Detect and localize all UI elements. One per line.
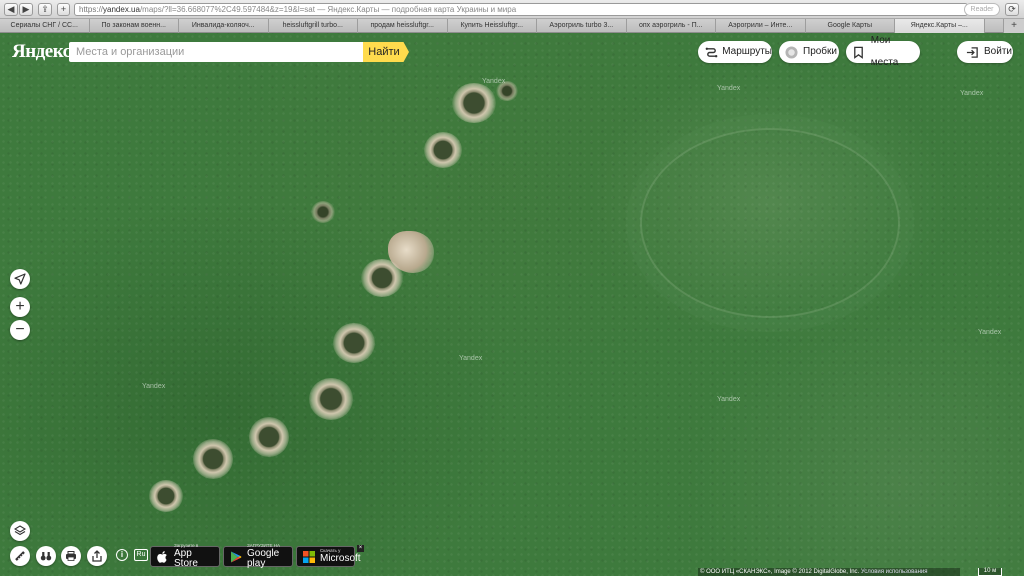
tab-8[interactable]: опх аэрогриль - П... xyxy=(627,19,716,33)
my-places-button[interactable]: Мои места xyxy=(846,35,920,68)
yandex-logo[interactable]: Яндекс xyxy=(12,41,71,63)
map-watermark: Yandex xyxy=(717,85,741,92)
url-scheme: https xyxy=(79,5,97,14)
print-button[interactable] xyxy=(61,546,81,566)
traffic-button[interactable]: Пробки xyxy=(779,41,839,63)
field-ring-marking xyxy=(640,128,900,318)
url-separator: :// xyxy=(96,5,104,14)
map-watermark: Yandex xyxy=(960,90,984,97)
satellite-map[interactable]: Yandex Yandex Yandex Yandex Yandex Yande… xyxy=(0,33,1024,576)
tab-2[interactable]: По законам военн... xyxy=(90,19,179,33)
google-play-big: Google play xyxy=(247,547,280,569)
refresh-icon[interactable]: ⟳ xyxy=(1005,3,1019,16)
address-bar[interactable]: https://yandex.ua/maps/?ll=36.668077%2C4… xyxy=(74,3,968,16)
reader-button[interactable]: Reader xyxy=(964,3,1000,16)
crater xyxy=(424,132,462,168)
traffic-light-icon xyxy=(783,45,799,59)
add-bookmark-button[interactable]: + xyxy=(57,3,70,16)
windows-icon xyxy=(302,550,316,564)
crater xyxy=(311,201,335,223)
panorama-button[interactable] xyxy=(36,546,56,566)
url-title: — Яндекс.Карты — подробная карта Украины… xyxy=(314,5,517,14)
crater xyxy=(333,323,375,363)
app-store-badge[interactable]: Загрузите в App Store xyxy=(150,544,220,569)
search-button[interactable]: Найти xyxy=(363,42,409,62)
app-store-big: App Store xyxy=(174,547,198,569)
map-watermark: Yandex xyxy=(717,396,741,403)
browser-toolbar: ◀ ▶ ⇪ + https://yandex.ua/maps/?ll=36.66… xyxy=(0,0,1024,19)
share-icon xyxy=(91,550,103,562)
zoom-out-button[interactable]: − xyxy=(10,320,30,340)
map-watermark: Yandex xyxy=(459,355,483,362)
tab-9[interactable]: Аэрогрили – Инте... xyxy=(716,19,806,33)
info-icon[interactable]: i xyxy=(116,549,128,561)
routes-label: Маршруты xyxy=(722,46,772,57)
crater xyxy=(309,378,353,420)
forward-button[interactable]: ▶ xyxy=(19,3,33,16)
tab-3[interactable]: Инвалида-коляоч... xyxy=(179,19,269,33)
close-badges-button[interactable]: × xyxy=(357,545,364,552)
login-icon xyxy=(964,45,980,59)
microsoft-store-badge[interactable]: Скачать у Microsoft xyxy=(296,546,361,567)
copyright-label: © ООО ИТЦ «СКАНЭКС», Image © 2012 Digita… xyxy=(700,569,860,575)
copyright-text: © ООО ИТЦ «СКАНЭКС», Image © 2012 Digita… xyxy=(698,568,960,576)
ruler-icon xyxy=(14,550,26,562)
url-domain: yandex.ua xyxy=(103,5,140,14)
google-play-badge[interactable]: ЗАГРУЗИТЕ НА Google play xyxy=(223,544,293,569)
routes-icon xyxy=(705,45,718,59)
scale-bar: 10 м xyxy=(978,568,1002,576)
layers-button[interactable] xyxy=(10,521,30,541)
bookmark-icon xyxy=(851,45,867,59)
google-play-icon xyxy=(229,550,243,564)
terms-link[interactable]: Условия использования xyxy=(861,569,928,575)
crater xyxy=(193,439,233,479)
routes-button[interactable]: Маршруты xyxy=(698,41,772,63)
tab-7[interactable]: Аэрогриль turbo 3... xyxy=(537,19,627,33)
microsoft-big: Microsoft xyxy=(320,552,361,564)
map-watermark: Yandex xyxy=(978,329,1002,336)
traffic-label: Пробки xyxy=(803,46,837,57)
printer-icon xyxy=(65,550,77,562)
tab-4[interactable]: heissluftgrill turbo... xyxy=(269,19,358,33)
crater xyxy=(249,417,289,457)
back-button[interactable]: ◀ xyxy=(4,3,18,16)
ruler-button[interactable] xyxy=(10,546,30,566)
geolocation-button[interactable] xyxy=(10,269,30,289)
crater xyxy=(361,259,403,297)
map-watermark: Yandex xyxy=(142,383,166,390)
tab-6[interactable]: Купить Heissluftgr... xyxy=(448,19,537,33)
language-switch[interactable]: Ru xyxy=(134,549,148,561)
layers-icon xyxy=(14,525,26,537)
my-places-label: Мои места xyxy=(870,35,899,68)
share-map-button[interactable] xyxy=(87,546,107,566)
location-arrow-icon xyxy=(14,273,26,285)
binoculars-icon xyxy=(40,550,52,562)
new-tab-button[interactable]: + xyxy=(1003,19,1024,33)
share-button[interactable]: ⇪ xyxy=(38,3,52,16)
login-label: Войти xyxy=(984,46,1012,57)
zoom-in-button[interactable]: + xyxy=(10,297,30,317)
crater xyxy=(149,480,183,512)
tab-5[interactable]: продам heissluftgr... xyxy=(358,19,448,33)
map-watermark: Yandex xyxy=(482,78,506,85)
url-path: /maps/?ll=36.668077%2C49.597484&z=19&l=s… xyxy=(139,5,315,14)
search-input[interactable] xyxy=(69,42,363,62)
apple-icon xyxy=(156,550,170,564)
crater xyxy=(452,83,496,123)
login-button[interactable]: Войти xyxy=(957,41,1013,63)
tab-1[interactable]: Сериалы СНГ / СС... xyxy=(0,19,90,33)
